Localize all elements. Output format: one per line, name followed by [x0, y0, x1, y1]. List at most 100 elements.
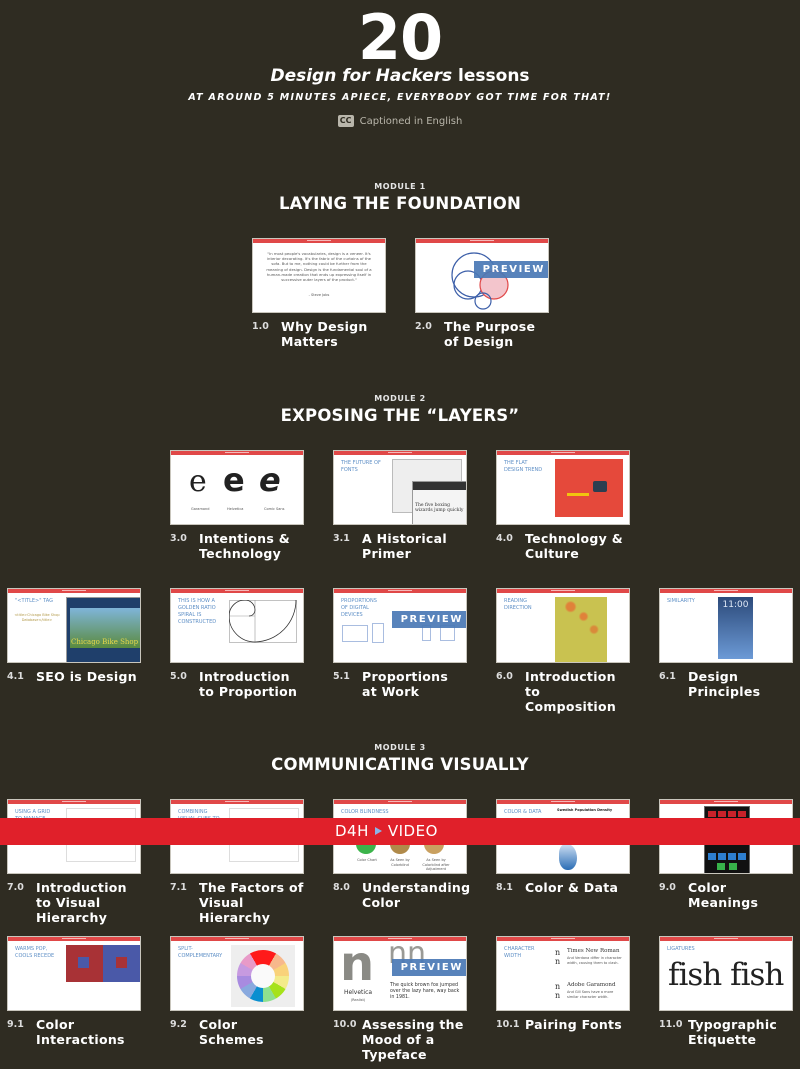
glyph-n-pair-b: nn: [555, 982, 561, 1000]
thumb-label: COLOR & DATA: [504, 809, 542, 815]
device-desktop: [342, 625, 368, 642]
lesson-thumbnail[interactable]: e e e Garamond Helvetica Comic Sans: [170, 450, 304, 525]
lesson-title[interactable]: The Factors of Visual Hierarchy: [199, 880, 304, 925]
hero-title-rest: lessons: [452, 66, 530, 86]
preview-badge: PREVIEW: [392, 611, 466, 628]
glyph-garamond: e: [189, 464, 207, 499]
lesson-card-8-0[interactable]: COLOR BLINDNESS Color Chart As Seen by C…: [333, 799, 470, 910]
lesson-title[interactable]: Color Interactions: [36, 1017, 141, 1047]
lesson-number: 8.0: [333, 882, 350, 893]
thumb-quote: "In most people's vocabularies, design i…: [266, 251, 372, 283]
lesson-thumbnail[interactable]: PREVIEW: [415, 238, 549, 313]
lesson-thumbnail[interactable]: SPLIT-COMPLEMENTARY: [170, 936, 304, 1011]
lesson-thumbnail[interactable]: LIGATURES fish fish: [659, 936, 793, 1011]
flat-design-screenshot: [555, 459, 623, 517]
lesson-title[interactable]: Color & Data: [525, 880, 618, 895]
lesson-card-6-1[interactable]: SIMILARITY 11:00 6.1 Design Principles: [659, 588, 793, 699]
module-label: MODULE 3: [374, 743, 426, 752]
lesson-title[interactable]: Why Design Matters: [281, 319, 386, 349]
lesson-title[interactable]: SEO is Design: [36, 669, 137, 684]
lesson-number: 6.1: [659, 671, 676, 682]
thumb-header-bar: [171, 589, 303, 593]
lesson-title[interactable]: Color Schemes: [199, 1017, 304, 1047]
glyph-helvetica: e: [223, 461, 245, 499]
lesson-card-9-2[interactable]: SPLIT-COMPLEMENTARY 9.2 Color Schemes: [170, 936, 304, 1047]
font-b-note: And Gill Sans have a more similar charac…: [567, 990, 614, 999]
lesson-thumbnail[interactable]: WARMS POP, COOLS RECEDE: [7, 936, 141, 1011]
thumb-label: PROPORTIONS OF DIGITAL DEVICES: [341, 598, 377, 618]
font-sample: The quick brown fox jumped over the lazy…: [390, 983, 460, 1000]
lesson-card-3-0[interactable]: e e e Garamond Helvetica Comic Sans 3.0 I…: [170, 450, 304, 561]
lesson-thumbnail[interactable]: SIMILARITY 11:00: [659, 588, 793, 663]
module-title: EXPOSING THE “LAYERS”: [280, 406, 520, 425]
lesson-title[interactable]: Technology & Culture: [525, 531, 630, 561]
lesson-card-5-1[interactable]: PROPORTIONS OF DIGITAL DEVICES PREVIEW 5…: [333, 588, 467, 699]
module-1-header: MODULE 1 LAYING THE FOUNDATION: [0, 181, 800, 215]
lesson-card-6-0[interactable]: READING DIRECTION 6.0 Introduction to Com…: [496, 588, 630, 714]
lesson-title[interactable]: Assessing the Mood of a Typeface: [362, 1017, 467, 1062]
thumb-header-bar: [8, 589, 140, 593]
lesson-thumbnail[interactable]: "<TITLE>" TAG <title>Chicago Bike Shop D…: [7, 588, 141, 663]
lesson-number: 8.1: [496, 882, 513, 893]
thumb-header-bar: [497, 589, 629, 593]
lesson-title[interactable]: Design Principles: [688, 669, 793, 699]
module-title: LAYING THE FOUNDATION: [278, 194, 522, 213]
lesson-title[interactable]: Introduction to Proportion: [199, 669, 304, 699]
lesson-title[interactable]: Understanding Color: [362, 880, 470, 910]
lesson-thumbnail[interactable]: THE FUTURE OF FONTS The five boxing wiza…: [333, 450, 467, 525]
thumb-label: THE FUTURE OF FONTS: [341, 460, 381, 473]
lesson-thumbnail[interactable]: THE FLAT DESIGN TREND: [496, 450, 630, 525]
lesson-title[interactable]: The Purpose of Design: [444, 319, 549, 349]
lesson-number: 9.2: [170, 1019, 187, 1030]
lesson-number: 9.0: [659, 882, 676, 893]
module-2-header: MODULE 2 EXPOSING THE “LAYERS”: [0, 393, 800, 427]
lesson-title[interactable]: Pairing Fonts: [525, 1017, 622, 1032]
lesson-card-10-0[interactable]: n nn Helvetica (Realist) The quick brown…: [333, 936, 467, 1062]
lesson-title[interactable]: Introduction to Composition: [525, 669, 630, 714]
thumb-code: <title>Chicago Bike Shop Database</title…: [14, 613, 60, 622]
warm-square: [66, 945, 103, 982]
lesson-card-5-0[interactable]: THIS IS HOW A GOLDEN RATIO SPIRAL IS CON…: [170, 588, 304, 699]
module-label: MODULE 1: [374, 182, 426, 191]
video-banner-text: D4H VIDEO: [335, 821, 438, 842]
lesson-thumbnail[interactable]: READING DIRECTION: [496, 588, 630, 663]
lesson-title[interactable]: A Historical Primer: [362, 531, 467, 561]
lesson-card-8-1[interactable]: COLOR & DATA Swedish Population Density …: [496, 799, 630, 895]
cc-icon: CC: [337, 115, 354, 127]
lesson-title[interactable]: Color Meanings: [688, 880, 793, 910]
thumb-header-bar: [497, 451, 629, 455]
lesson-card-3-1[interactable]: THE FUTURE OF FONTS The five boxing wiza…: [333, 450, 467, 561]
phone-screenshot: 11:00: [718, 597, 753, 659]
lesson-number: 2.0: [415, 321, 432, 332]
thumb-header-bar: [253, 239, 385, 243]
chart-title: Swedish Population Density: [557, 808, 613, 812]
lesson-card-4-0[interactable]: THE FLAT DESIGN TREND 4.0 Technology & Cu…: [496, 450, 630, 561]
lesson-title[interactable]: Proportions at Work: [362, 669, 467, 699]
play-icon: [374, 827, 382, 835]
preview-badge: PREVIEW: [474, 261, 548, 278]
lesson-number: 7.0: [7, 882, 24, 893]
lesson-title[interactable]: Intentions & Technology: [199, 531, 304, 561]
venn-diagram-icon: [451, 252, 509, 310]
screenshot-browser-2: The five boxing wizards jump quickly: [412, 481, 466, 524]
lesson-thumbnail[interactable]: n nn Helvetica (Realist) The quick brown…: [333, 936, 467, 1011]
golden-spiral-icon: [229, 600, 297, 643]
lesson-card-10-1[interactable]: CHARACTER WIDTH nn Times New Roman And V…: [496, 936, 630, 1032]
lesson-card-4-1[interactable]: "<TITLE>" TAG <title>Chicago Bike Shop D…: [7, 588, 141, 684]
lesson-thumbnail[interactable]: "In most people's vocabularies, design i…: [252, 238, 386, 313]
lesson-thumbnail[interactable]: THIS IS HOW A GOLDEN RATIO SPIRAL IS CON…: [170, 588, 304, 663]
video-banner[interactable]: D4H VIDEO: [0, 818, 800, 845]
lesson-card-11-0[interactable]: LIGATURES fish fish 11.0 Typographic Etiq…: [659, 936, 793, 1047]
preview-badge: PREVIEW: [392, 959, 466, 976]
lesson-card-9-1[interactable]: WARMS POP, COOLS RECEDE 9.1 Color Interac…: [7, 936, 141, 1047]
lesson-title[interactable]: Introduction to Visual Hierarchy: [36, 880, 141, 925]
lesson-card-1-0[interactable]: "In most people's vocabularies, design i…: [252, 238, 386, 349]
lesson-number: 4.0: [496, 533, 513, 544]
lesson-card-9-0[interactable]: 9.0 Color Meanings: [659, 799, 793, 910]
lesson-title[interactable]: Typographic Etiquette: [688, 1017, 793, 1047]
lesson-card-2-0[interactable]: PREVIEW 2.0 The Purpose of Design: [415, 238, 549, 349]
sweden-map: [559, 844, 577, 870]
device-tablet: [372, 623, 384, 643]
lesson-thumbnail[interactable]: PROPORTIONS OF DIGITAL DEVICES PREVIEW: [333, 588, 467, 663]
lesson-thumbnail[interactable]: CHARACTER WIDTH nn Times New Roman And V…: [496, 936, 630, 1011]
